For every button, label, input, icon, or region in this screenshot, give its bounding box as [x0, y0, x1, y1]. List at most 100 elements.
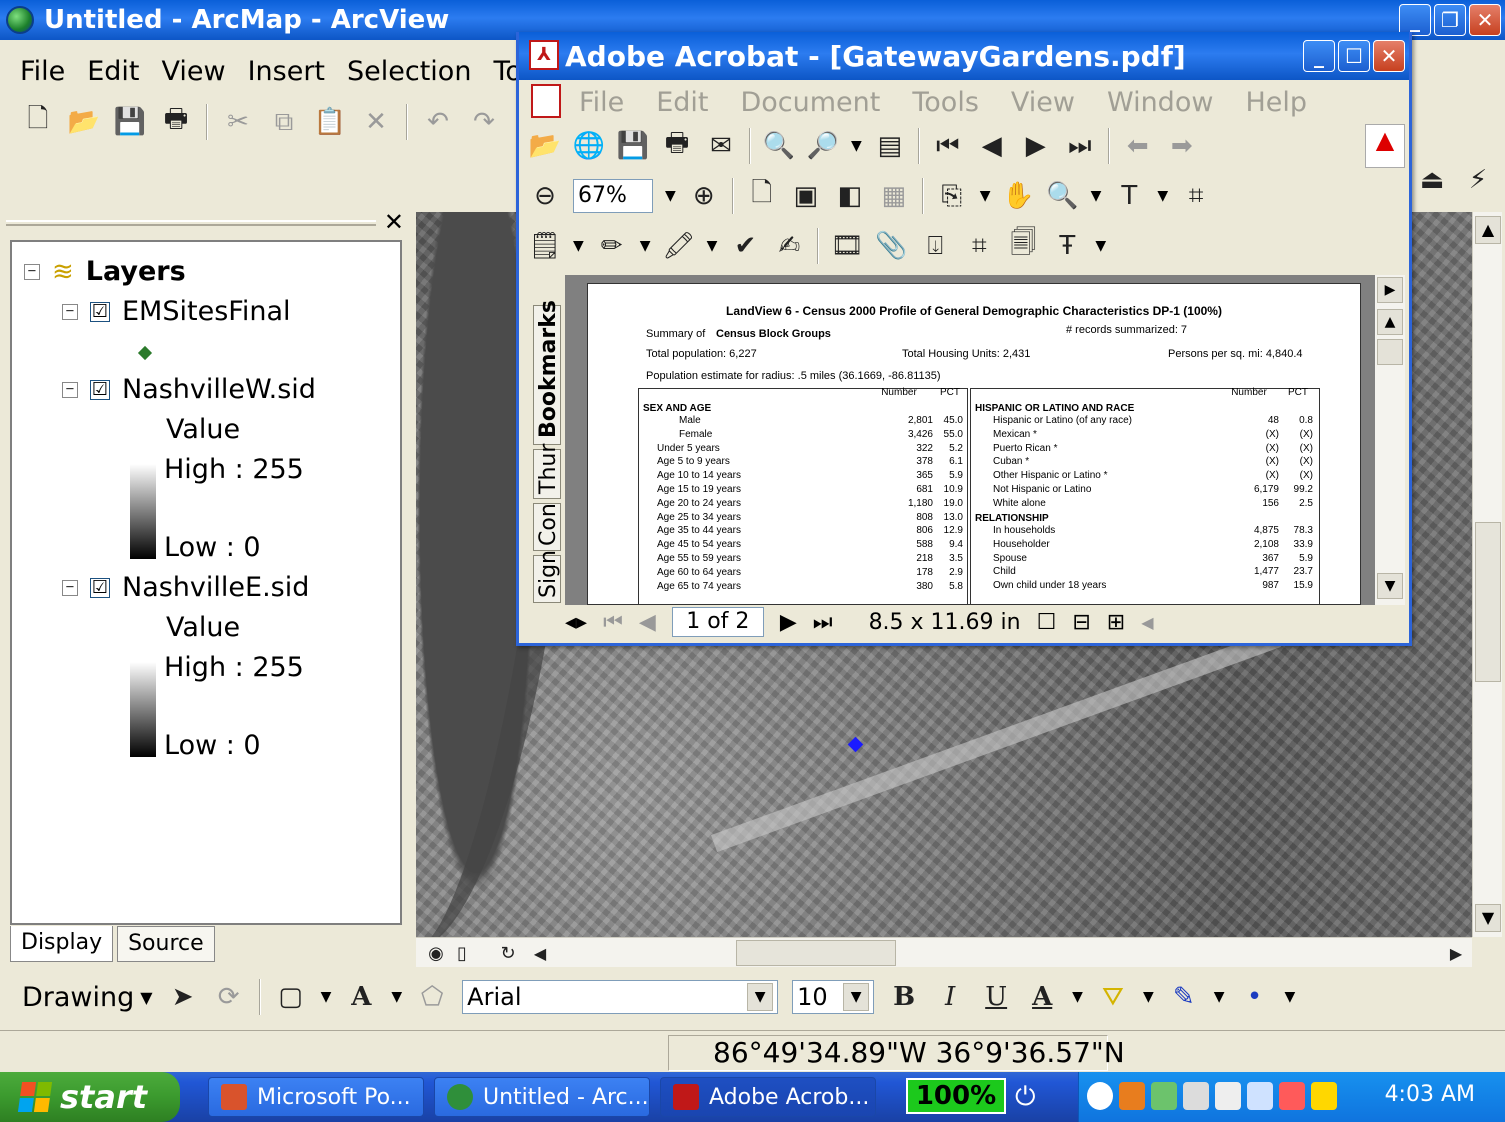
menu-view[interactable]: View [161, 56, 225, 87]
back-arrow-icon[interactable]: ⬅ [1122, 130, 1154, 162]
tab-thumbnails[interactable]: Thur [533, 444, 561, 499]
tray-security-icon[interactable] [1279, 1082, 1305, 1110]
continuous-icon[interactable]: ⊟ [1072, 610, 1090, 635]
editor-toolbar-icon[interactable]: ⏏ [1416, 164, 1448, 196]
next-page-icon[interactable]: ▶ [1020, 130, 1052, 162]
note-tool-icon[interactable]: 🗒 [529, 230, 562, 262]
font-name-select[interactable]: Arial ▼ [462, 980, 779, 1014]
split-handle-icon[interactable]: ◂▸ [565, 610, 587, 635]
crop-icon[interactable]: ⌗ [963, 230, 995, 262]
collapse-icon[interactable]: − [62, 303, 78, 320]
drawing-menu[interactable]: Drawing [22, 982, 134, 1013]
edit-vertices-icon[interactable]: ⬠ [416, 981, 448, 1013]
print-icon[interactable]: 🖶 [160, 104, 192, 138]
taskbar-item-arcmap[interactable]: Untitled - Arc... [434, 1077, 650, 1117]
redo-icon[interactable]: ↷ [468, 106, 500, 138]
first-page-icon[interactable]: ⏮ [603, 610, 623, 635]
chevron-down-icon[interactable]: ▼ [1285, 989, 1296, 1005]
hand-tool-icon[interactable]: ✋ [1002, 180, 1034, 212]
lightning-icon[interactable]: ⚡ [1462, 164, 1494, 196]
tab-bookmarks[interactable]: Bookmarks [533, 300, 561, 445]
fit-width-icon[interactable]: ◧ [834, 180, 866, 212]
chevron-down-icon[interactable]: ▼ [1072, 989, 1083, 1005]
menu-insert[interactable]: Insert [248, 56, 325, 87]
close-button[interactable]: ✕ [1373, 40, 1405, 72]
menu-selection[interactable]: Selection [347, 56, 471, 87]
italic-icon[interactable]: I [934, 981, 966, 1013]
collapse-icon[interactable]: − [62, 381, 78, 398]
toc-close-icon[interactable]: ✕ [384, 208, 404, 236]
acrobat-titlebar[interactable]: ⅄ Adobe Acrobat - [GatewayGardens.pdf] _… [519, 32, 1409, 80]
menu-edit[interactable]: Edit [656, 87, 708, 118]
tab-signatures[interactable]: Sign [533, 550, 561, 603]
forward-arrow-icon[interactable]: ➡ [1166, 130, 1198, 162]
chevron-down-icon[interactable]: ▼ [140, 988, 152, 1007]
touchup-text-icon[interactable]: Ŧ [1051, 230, 1083, 262]
site-point-marker[interactable] [847, 736, 864, 753]
snapshot-icon[interactable]: ⌗ [1180, 180, 1212, 212]
save-icon[interactable]: 💾 [114, 106, 146, 138]
fill-color-icon[interactable]: ⛛ [1097, 981, 1129, 1013]
refresh-icon[interactable]: ↻ [492, 937, 524, 969]
highlighter-icon[interactable]: 🖍 [662, 230, 695, 262]
zoom-in-icon[interactable]: ⊕ [688, 180, 720, 212]
save-icon[interactable]: 💾 [617, 130, 649, 162]
tray-update-icon[interactable] [1311, 1082, 1337, 1110]
open-web-icon[interactable]: 🌐 [573, 130, 605, 162]
page-forward-icon[interactable]: ▶ [1377, 277, 1403, 303]
tray-network-icon[interactable] [1151, 1082, 1177, 1110]
chevron-down-icon[interactable]: ▼ [1157, 188, 1168, 204]
chevron-down-icon[interactable]: ▼ [843, 983, 870, 1011]
last-page-icon[interactable]: ⏭ [813, 610, 833, 635]
taskbar-item-powerpoint[interactable]: Microsoft Po... [208, 1077, 424, 1117]
power-plug-icon[interactable]: ⏻ [1015, 1082, 1065, 1112]
scroll-thumb[interactable] [1377, 339, 1403, 365]
select-arrow-icon[interactable]: ➤ [167, 981, 199, 1013]
copy-icon[interactable]: ⧉ [268, 106, 300, 138]
text-select-icon[interactable]: T [1113, 180, 1145, 212]
pdf-page[interactable]: LandView 6 - Census 2000 Profile of Gene… [587, 283, 1361, 605]
document-vertical-scrollbar[interactable]: ▶ ▲ ▼ [1375, 275, 1405, 605]
chevron-down-icon[interactable]: ▼ [573, 238, 584, 254]
layout-view-icon[interactable]: ▯ [446, 937, 478, 969]
minimize-button[interactable]: _ [1303, 40, 1335, 72]
facing-pages-icon[interactable]: ⊞ [1107, 610, 1125, 635]
tray-monitor-icon[interactable] [1247, 1082, 1273, 1110]
movie-icon[interactable]: 🎞 [831, 230, 864, 262]
next-page-icon[interactable]: ▶ [780, 610, 797, 635]
layer-checkbox[interactable]: ☑ [90, 577, 110, 598]
email-icon[interactable]: ✉ [705, 130, 737, 162]
chevron-down-icon[interactable]: ▼ [321, 989, 332, 1005]
text-tool-icon[interactable]: A [345, 981, 377, 1013]
chevron-down-icon[interactable]: ▼ [980, 188, 991, 204]
actual-size-icon[interactable]: 🗋 [746, 178, 778, 212]
rectangle-icon[interactable]: ▢ [275, 981, 307, 1013]
zoom-level-field[interactable]: 67% [573, 179, 653, 213]
menu-edit[interactable]: Edit [87, 56, 139, 87]
layer-checkbox[interactable]: ☑ [90, 379, 110, 400]
font-size-select[interactable]: 10 ▼ [792, 980, 875, 1014]
menu-view[interactable]: View [1011, 87, 1075, 118]
menu-document[interactable]: Document [740, 87, 880, 118]
font-color-icon[interactable]: A [1026, 981, 1058, 1013]
layer-name[interactable]: NashvilleW.sid [122, 374, 316, 405]
last-page-icon[interactable]: ⏭ [1064, 130, 1096, 162]
attach-icon[interactable]: 📎 [875, 230, 907, 262]
chevron-down-icon[interactable]: ▼ [1091, 188, 1102, 204]
sign-icon[interactable]: ✍ [773, 230, 805, 262]
scroll-down-icon[interactable]: ▼ [1475, 904, 1501, 932]
form-icon[interactable]: 🗐 [1007, 228, 1039, 262]
line-color-icon[interactable]: ✎ [1168, 981, 1200, 1013]
print-icon[interactable]: 🖶 [661, 128, 693, 162]
scroll-right-icon[interactable]: ▶ [1440, 937, 1472, 969]
spell-check-icon[interactable]: ✔ [729, 230, 761, 262]
previous-page-icon[interactable]: ◀ [976, 130, 1008, 162]
chevron-down-icon[interactable]: ▼ [640, 238, 651, 254]
chevron-down-icon[interactable]: ▼ [707, 238, 718, 254]
open-folder-icon[interactable]: 📂 [68, 106, 100, 138]
menu-tools[interactable]: Tools [912, 87, 979, 118]
menu-file[interactable]: File [20, 56, 65, 87]
first-page-icon[interactable]: ⏮ [932, 130, 964, 162]
maximize-button[interactable]: ☐ [1338, 40, 1370, 72]
scroll-up-icon[interactable]: ▲ [1475, 216, 1501, 244]
